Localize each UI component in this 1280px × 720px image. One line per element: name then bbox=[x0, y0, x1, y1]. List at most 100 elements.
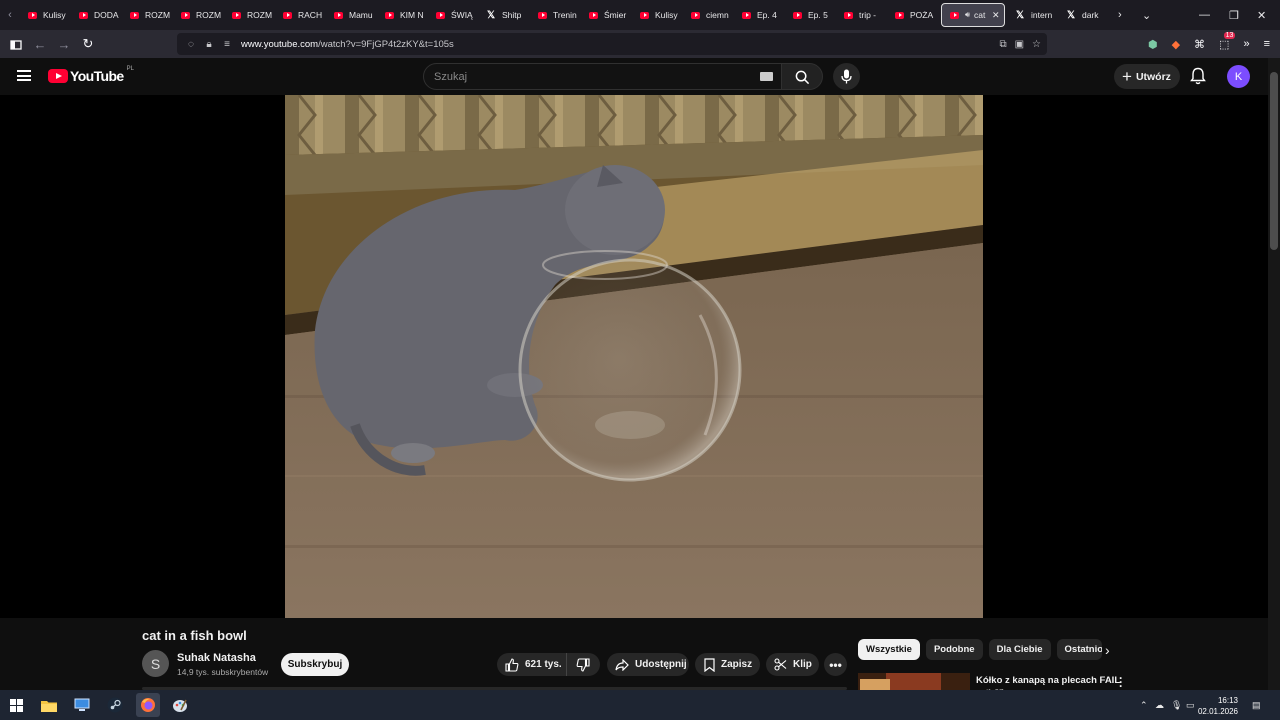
recommendation-menu-icon[interactable]: · · · bbox=[1119, 672, 1123, 692]
bookmark-icon bbox=[704, 657, 715, 672]
browser-tab[interactable]: Śmier bbox=[581, 0, 632, 30]
browser-tab[interactable]: ROZM bbox=[173, 0, 224, 30]
browser-tab-label: Mamu bbox=[349, 10, 373, 20]
browser-tab[interactable]: ROZM bbox=[122, 0, 173, 30]
reload-icon[interactable]: ↻ bbox=[76, 32, 100, 56]
lock-icon[interactable]: 🔒︎ bbox=[201, 39, 217, 50]
youtube-favicon-icon bbox=[334, 11, 343, 19]
address-bar[interactable]: ◌ 🔒︎ ≡ www.youtube.com/watch?v=9FjGP4t2z… bbox=[177, 33, 1047, 55]
browser-tab[interactable]: KIM N bbox=[377, 0, 428, 30]
channel-avatar[interactable]: S bbox=[142, 650, 169, 677]
browser-tab[interactable]: Ep. 5 bbox=[785, 0, 836, 30]
display-tray-icon[interactable]: ▭ bbox=[1186, 690, 1195, 720]
page-scrollbar[interactable] bbox=[1268, 58, 1280, 690]
permissions-icon[interactable]: ≡ bbox=[219, 39, 235, 50]
reader-view-icon[interactable]: ▣ bbox=[1015, 39, 1024, 50]
youtube-favicon-icon bbox=[283, 11, 292, 19]
browser-tab[interactable]: RACH bbox=[275, 0, 326, 30]
browser-tab[interactable]: 𝕏dark bbox=[1059, 0, 1110, 30]
subscribe-button[interactable]: Subskrybuj bbox=[281, 653, 349, 676]
taskbar-clock[interactable]: 16:13 02.01.2026 bbox=[1198, 695, 1238, 717]
tab-close-icon[interactable]: ✕ bbox=[992, 10, 1000, 21]
guide-menu-icon[interactable] bbox=[17, 70, 31, 81]
tab-list: Kulisy DODA ROZM ROZM ROZM RACH Mamu KIM N ŚWIĄ 𝕏… bbox=[20, 0, 1110, 30]
close-window-icon[interactable]: ✕ bbox=[1257, 0, 1266, 30]
paint-app-icon[interactable] bbox=[168, 693, 192, 717]
steam-icon[interactable] bbox=[103, 693, 127, 717]
browser-tab[interactable]: Mamu bbox=[326, 0, 377, 30]
video-player[interactable] bbox=[0, 95, 1268, 618]
chip-related[interactable]: Podobne bbox=[925, 639, 983, 660]
video-frame[interactable] bbox=[285, 95, 983, 618]
tab-audio-playing-icon[interactable]: 🔊︎ bbox=[965, 10, 970, 20]
tracking-shield-icon[interactable]: ◌ bbox=[183, 39, 199, 50]
picture-in-picture-icon[interactable]: ⧉ bbox=[999, 39, 1006, 50]
clip-button[interactable]: Klip bbox=[766, 653, 819, 676]
share-button[interactable]: Udostępnij bbox=[607, 653, 689, 676]
search-input[interactable]: Szukaj bbox=[423, 63, 782, 90]
tab-list-menu-icon[interactable]: ⌄ bbox=[1142, 0, 1151, 30]
app-menu-icon[interactable]: ≡ bbox=[1264, 38, 1270, 50]
show-hidden-icons[interactable]: ⌃ bbox=[1140, 690, 1148, 720]
minimize-window-icon[interactable]: — bbox=[1199, 0, 1210, 30]
youtube-logo[interactable]: YouTube PL bbox=[48, 66, 134, 84]
save-button[interactable]: Zapisz bbox=[695, 653, 760, 676]
youtube-favicon-icon bbox=[640, 11, 649, 19]
restore-window-icon[interactable]: ❐ bbox=[1229, 0, 1239, 30]
browser-tab[interactable]: ciemn bbox=[683, 0, 734, 30]
browser-tab-label: Śmier bbox=[604, 10, 627, 20]
create-button[interactable]: + Utwórz bbox=[1114, 64, 1180, 89]
thumbs-down-icon bbox=[576, 657, 590, 672]
network-cloud-icon[interactable]: ☁ bbox=[1155, 690, 1164, 720]
extension-fox-icon[interactable]: ◆ bbox=[1172, 38, 1180, 51]
browser-tab[interactable]: POŻA bbox=[887, 0, 938, 30]
extension-shield-icon[interactable]: ⬢ bbox=[1148, 38, 1158, 51]
channel-name[interactable]: Suhak Natasha bbox=[177, 652, 256, 664]
voice-search-button[interactable] bbox=[833, 63, 860, 90]
tab-scroll-left-icon[interactable]: ‹ bbox=[0, 0, 20, 30]
youtube-masthead: YouTube PL Szukaj + Utwórz K bbox=[0, 58, 1268, 95]
notifications-icon[interactable]: ▤ bbox=[1252, 690, 1261, 720]
account-avatar[interactable]: K bbox=[1227, 65, 1250, 88]
browser-tab[interactable]: Kulisy bbox=[632, 0, 683, 30]
chip-recent[interactable]: Ostatnio bbox=[1056, 639, 1102, 660]
browser-tab[interactable]: Kulisy bbox=[20, 0, 71, 30]
youtube-favicon-icon bbox=[130, 11, 139, 19]
recommendation-thumbnail[interactable] bbox=[858, 673, 970, 690]
browser-tab[interactable]: ROZM bbox=[224, 0, 275, 30]
keyboard-icon[interactable] bbox=[760, 72, 773, 81]
start-menu-icon[interactable] bbox=[4, 693, 28, 717]
firefox-icon[interactable] bbox=[136, 693, 160, 717]
browser-tab[interactable]: Ep. 4 bbox=[734, 0, 785, 30]
notifications-bell-icon[interactable] bbox=[1190, 67, 1208, 85]
recommendation-title[interactable]: Kółko z kanapą na plecach FAIL bbox=[976, 675, 1120, 686]
chips-next-chevron-icon[interactable]: › bbox=[1105, 642, 1110, 658]
browser-tab-active[interactable]: 🔊︎ cat ✕ bbox=[941, 3, 1005, 27]
file-explorer-icon[interactable] bbox=[37, 693, 61, 717]
browser-tab-label: Shitp bbox=[502, 10, 522, 20]
extensions-puzzle-icon[interactable]: ⌘ bbox=[1194, 38, 1205, 51]
bookmark-star-icon[interactable]: ☆ bbox=[1032, 39, 1041, 50]
browser-tab[interactable]: trip - bbox=[836, 0, 887, 30]
extension-badge-icon[interactable]: ⬚ 13 bbox=[1219, 31, 1236, 51]
forward-arrow-icon[interactable]: → bbox=[52, 32, 76, 56]
more-actions-icon[interactable]: ••• bbox=[824, 653, 847, 676]
tab-scroll-right-icon[interactable]: › bbox=[1118, 0, 1122, 30]
dislike-button[interactable] bbox=[567, 653, 599, 676]
overflow-chevrons-icon[interactable]: » bbox=[1243, 38, 1249, 50]
scrollbar-thumb[interactable] bbox=[1270, 72, 1278, 250]
browser-tab-label: DODA bbox=[94, 10, 119, 20]
browser-tab[interactable]: 𝕏 Shitp bbox=[479, 0, 530, 30]
chip-all[interactable]: Wszystkie bbox=[858, 639, 920, 660]
browser-tab[interactable]: Trenin bbox=[530, 0, 581, 30]
browser-tab[interactable]: 𝕏intern bbox=[1008, 0, 1059, 30]
search-button[interactable] bbox=[781, 63, 823, 90]
like-button[interactable]: 621 tys. bbox=[497, 653, 567, 676]
browser-tab[interactable]: ŚWIĄ bbox=[428, 0, 479, 30]
microphone-tray-icon[interactable]: 🎙︎ bbox=[1171, 690, 1182, 720]
browser-tab[interactable]: DODA bbox=[71, 0, 122, 30]
chip-for-you[interactable]: Dla Ciebie bbox=[988, 639, 1051, 660]
remote-desktop-icon[interactable] bbox=[70, 693, 94, 717]
back-arrow-icon[interactable]: ← bbox=[28, 32, 52, 56]
sidebar-toggle-icon[interactable] bbox=[4, 32, 28, 56]
